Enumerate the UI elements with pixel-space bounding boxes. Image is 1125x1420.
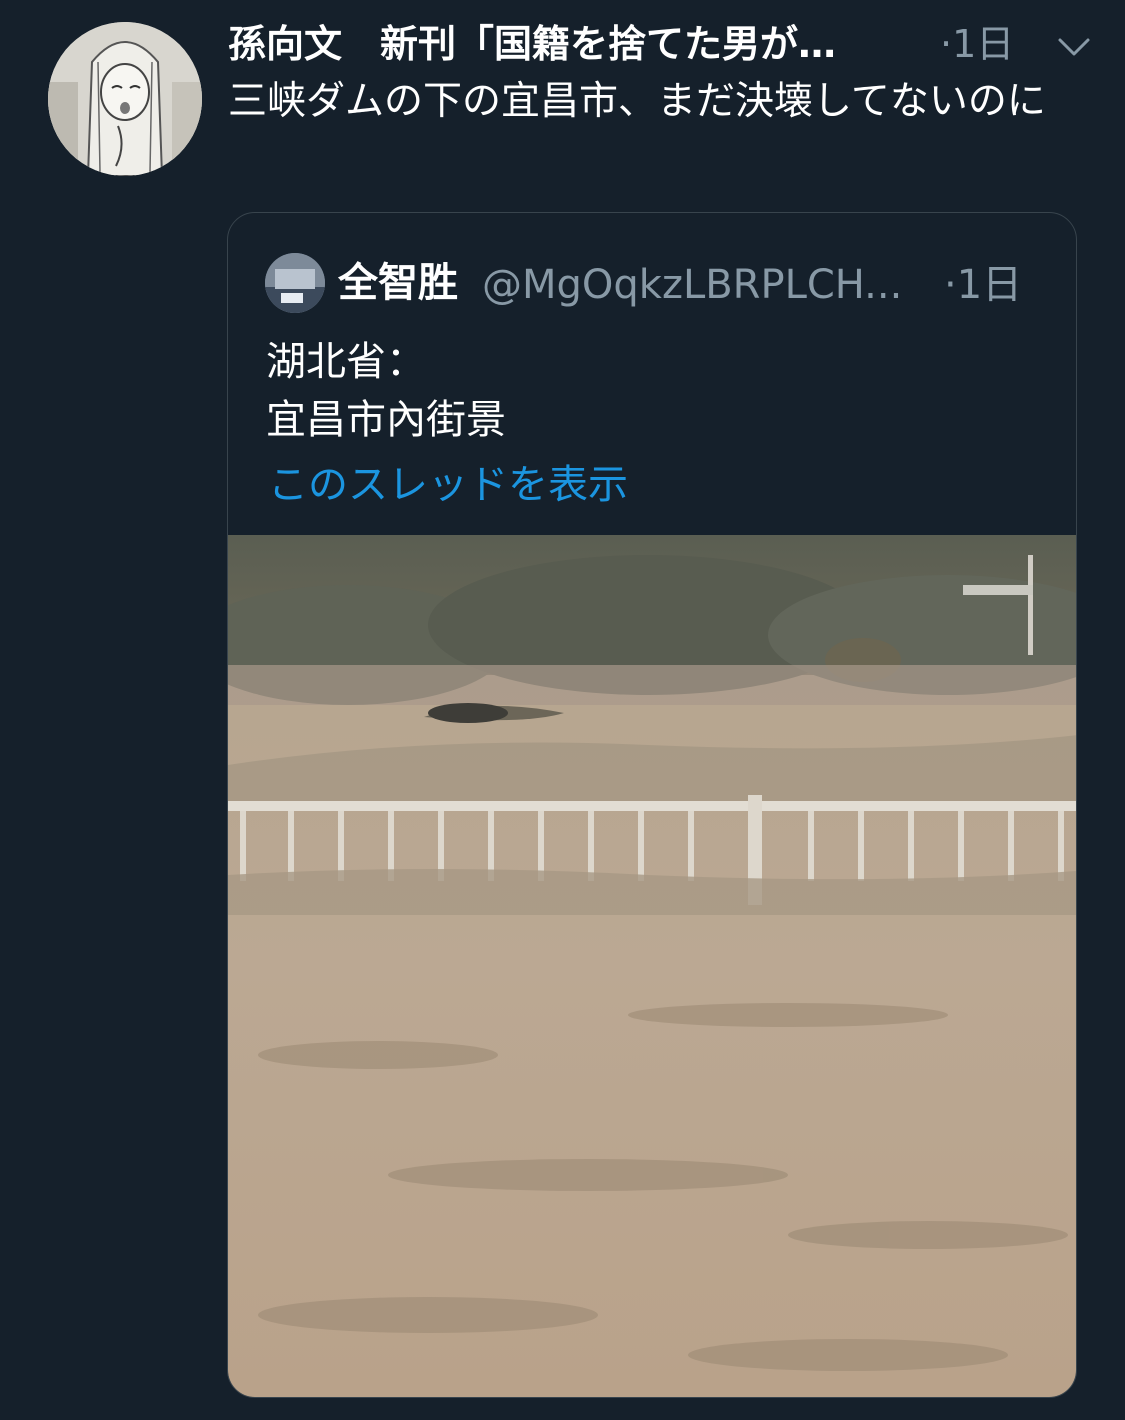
quoted-tweet[interactable]: 全智胜 @MgOqkzLBRPLCH... ·1日 湖北省： 宜昌市內街景 この… <box>227 212 1077 1398</box>
quoted-handle[interactable]: @MgOqkzLBRPLCH... <box>482 259 930 311</box>
chevron-down-icon[interactable] <box>1054 26 1094 66</box>
quoted-text: 湖北省： 宜昌市內街景 <box>266 333 1046 449</box>
tweet[interactable]: 孫向文 新刊「国籍を捨てた男が… ·1日 三峡ダムの下の宜昌市、まだ決壊してない… <box>0 0 1125 1420</box>
quoted-text-line: 宜昌市內街景 <box>266 397 506 443</box>
tweet-text: 三峡ダムの下の宜昌市、まだ決壊してないのに <box>228 79 1046 124</box>
quoted-avatar[interactable] <box>265 253 325 313</box>
timestamp[interactable]: ·1日 <box>940 20 1014 68</box>
avatar[interactable] <box>48 22 202 176</box>
quoted-display-name[interactable]: 全智胜 <box>338 257 458 309</box>
quoted-text-line: 湖北省： <box>266 339 426 385</box>
show-thread-link[interactable]: このスレッドを表示 <box>268 457 628 513</box>
quoted-media-video[interactable] <box>228 535 1076 1397</box>
tweet-header: 孫向文 新刊「国籍を捨てた男が… ·1日 <box>228 18 1090 74</box>
display-name[interactable]: 孫向文 新刊「国籍を捨てた男が… <box>228 20 908 68</box>
quoted-timestamp[interactable]: ·1日 <box>944 259 1022 311</box>
